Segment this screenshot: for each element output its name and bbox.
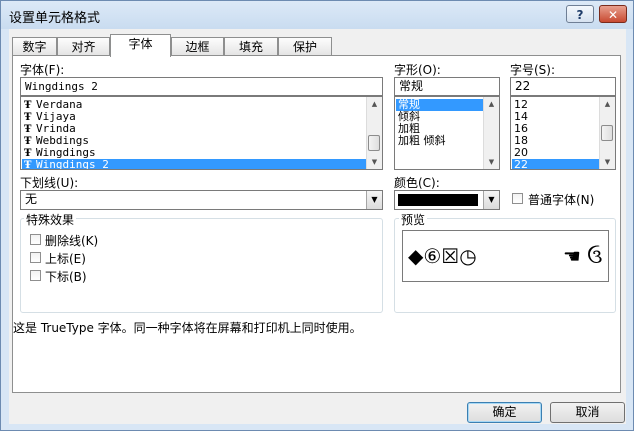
- font-label: 字体(F):: [20, 63, 65, 77]
- size-label: 字号(S):: [510, 63, 556, 77]
- preview-label: 预览: [399, 211, 428, 228]
- subscript-label[interactable]: 下标(B): [45, 268, 87, 285]
- help-button[interactable]: ?: [566, 5, 594, 23]
- normal-font-label[interactable]: 普通字体(N): [528, 191, 594, 208]
- tab-border[interactable]: 边框: [171, 37, 224, 56]
- style-label: 字形(O):: [394, 63, 441, 77]
- font-tab-panel: 字体(F): Wingdings 2 Ŧ Verdana Ŧ Vijaya Ŧ Vri…: [12, 55, 621, 393]
- chevron-down-icon[interactable]: ▼: [483, 191, 499, 209]
- scroll-down-icon[interactable]: ▼: [600, 155, 615, 169]
- scroll-down-icon[interactable]: ▼: [367, 155, 382, 169]
- superscript-checkbox[interactable]: [30, 252, 41, 263]
- preview-glyphs-right: ☚ ઉ: [563, 244, 603, 268]
- scroll-thumb[interactable]: [601, 125, 613, 141]
- normal-font-checkbox[interactable]: [512, 193, 523, 204]
- color-swatch: [398, 194, 478, 206]
- strikethrough-checkbox[interactable]: [30, 234, 41, 245]
- underline-value: 无: [25, 192, 38, 206]
- style-input[interactable]: 常规: [394, 77, 500, 96]
- preview-glyphs-left: ◆⑥☒◷: [408, 244, 477, 268]
- scroll-up-icon[interactable]: ▲: [367, 97, 382, 111]
- font-list-scrollbar[interactable]: ▲ ▼: [366, 97, 382, 169]
- style-list-scrollbar[interactable]: ▲ ▼: [483, 97, 499, 169]
- info-text: 这是 TrueType 字体。同一种字体将在屏幕和打印机上同时使用。: [13, 321, 362, 335]
- list-item[interactable]: 加粗 倾斜: [396, 135, 483, 147]
- format-cells-dialog: 设置单元格格式 ? ✕ 数字 对齐 字体 边框 填充 保护 字体(F): Win…: [0, 0, 634, 431]
- tab-alignment[interactable]: 对齐: [57, 37, 110, 56]
- size-list-scrollbar[interactable]: ▲ ▼: [599, 97, 615, 169]
- dialog-body: 数字 对齐 字体 边框 填充 保护 字体(F): Wingdings 2 Ŧ Ve…: [9, 29, 626, 424]
- scroll-up-icon[interactable]: ▲: [600, 97, 615, 111]
- tab-number[interactable]: 数字: [12, 37, 57, 56]
- title-bar[interactable]: 设置单元格格式 ? ✕: [1, 1, 633, 29]
- close-button[interactable]: ✕: [599, 5, 627, 23]
- color-select[interactable]: ▼: [394, 190, 500, 210]
- preview-box: ◆⑥☒◷ ☚ ઉ: [402, 230, 609, 282]
- underline-select[interactable]: 无 ▼: [20, 190, 383, 210]
- ok-button[interactable]: 确定: [467, 402, 542, 423]
- strikethrough-label[interactable]: 删除线(K): [45, 232, 98, 249]
- scroll-thumb[interactable]: [368, 135, 380, 151]
- cancel-button[interactable]: 取消: [550, 402, 625, 423]
- style-list[interactable]: 常规 倾斜 加粗 加粗 倾斜 ▲ ▼: [394, 96, 500, 170]
- truetype-icon: Ŧ: [24, 160, 32, 170]
- scroll-up-icon[interactable]: ▲: [484, 97, 499, 111]
- scroll-down-icon[interactable]: ▼: [484, 155, 499, 169]
- tab-fill[interactable]: 填充: [224, 37, 278, 56]
- font-list[interactable]: Ŧ Verdana Ŧ Vijaya Ŧ Vrinda Ŧ Webdings Ŧ Wing…: [20, 96, 383, 170]
- effects-label: 特殊效果: [24, 211, 77, 228]
- size-input[interactable]: 22: [510, 77, 616, 96]
- list-item-selected[interactable]: Ŧ Wingdings 2: [22, 159, 366, 170]
- size-list[interactable]: 12 14 16 18 20 22 ▲ ▼: [510, 96, 616, 170]
- tab-protection[interactable]: 保护: [278, 37, 332, 56]
- tab-font[interactable]: 字体: [110, 34, 171, 57]
- font-input[interactable]: Wingdings 2: [20, 77, 383, 96]
- list-item-selected[interactable]: 22: [512, 159, 599, 169]
- window-title: 设置单元格格式: [9, 11, 101, 26]
- chevron-down-icon[interactable]: ▼: [366, 191, 382, 209]
- subscript-checkbox[interactable]: [30, 270, 41, 281]
- color-label: 颜色(C):: [394, 176, 440, 190]
- underline-label: 下划线(U):: [20, 176, 79, 190]
- superscript-label[interactable]: 上标(E): [45, 250, 86, 267]
